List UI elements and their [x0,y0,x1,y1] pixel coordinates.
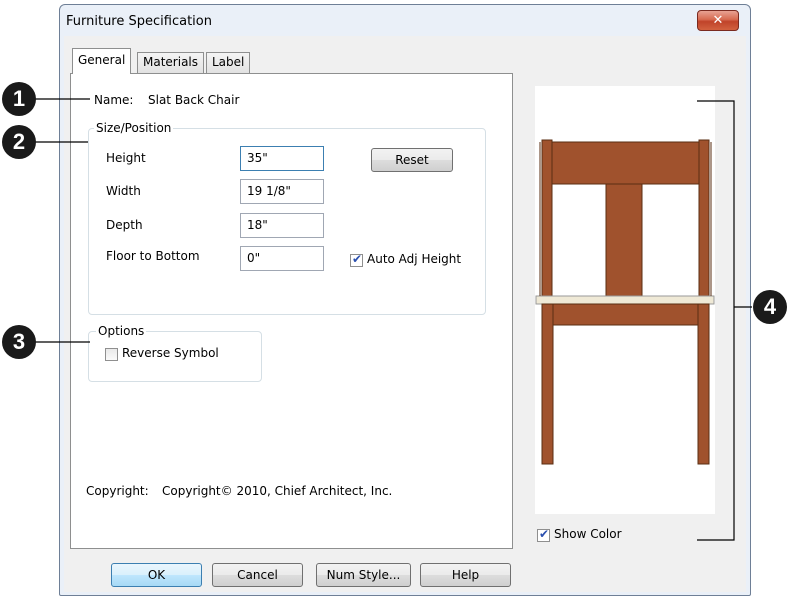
tab-general[interactable]: General [72,48,132,74]
callout-1: 1 [2,82,36,116]
callout-4: 4 [753,290,787,324]
callout-3: 3 [2,325,36,359]
callout-leaders [34,98,752,541]
callout-2: 2 [2,125,36,159]
